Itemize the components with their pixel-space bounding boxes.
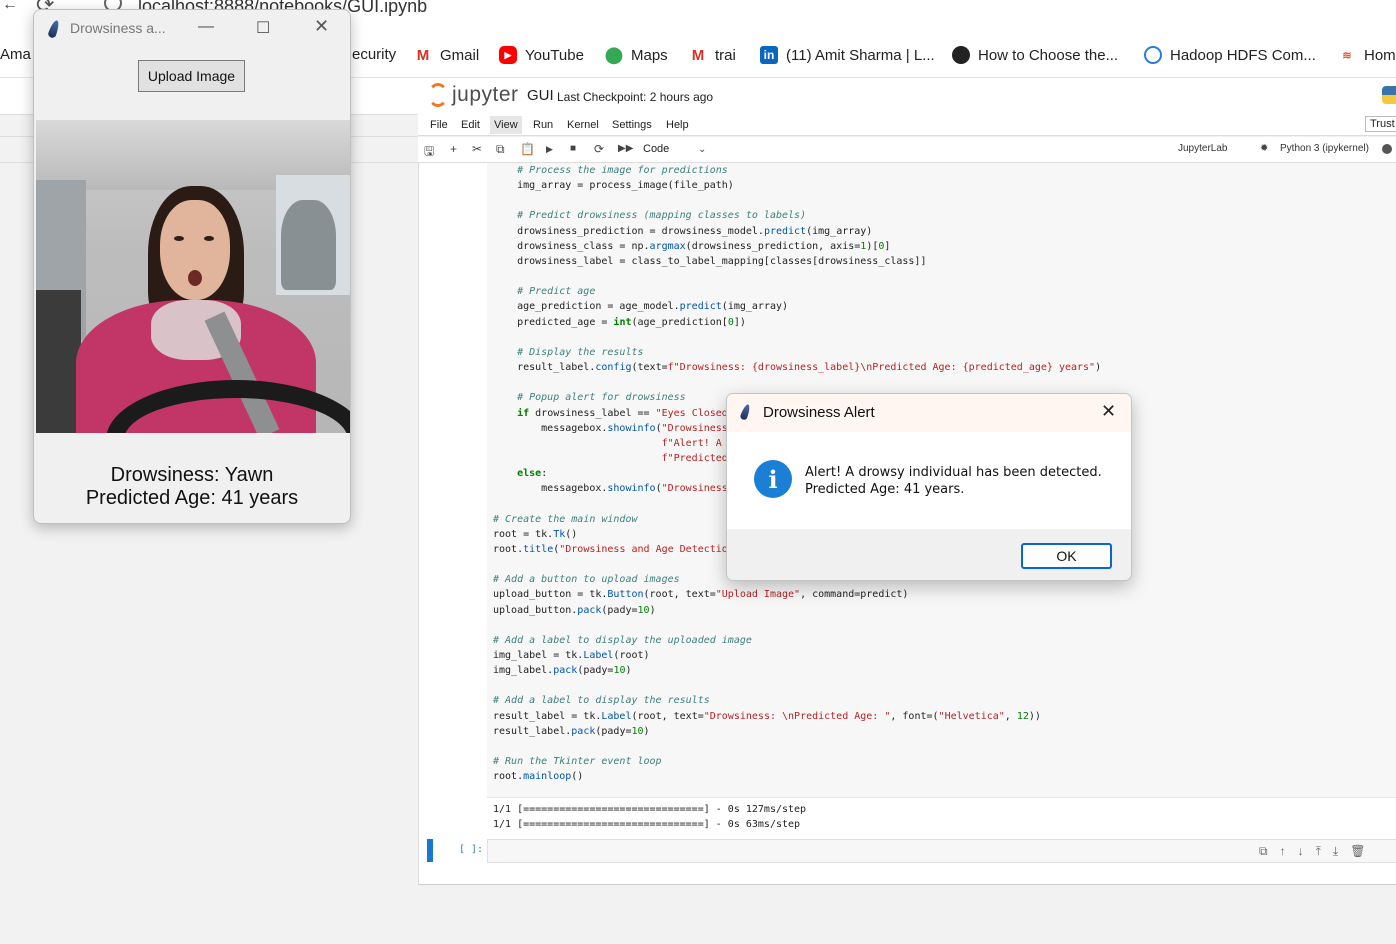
cell-output: 1/1 [==============================] - 0… (493, 802, 806, 832)
bookmark-youtube[interactable]: ▶ YouTube (499, 46, 584, 64)
alert-message-line1: Alert! A drowsy individual has been dete… (805, 465, 1102, 480)
close-icon[interactable]: ✕ (1101, 401, 1116, 422)
youtube-icon: ▶ (499, 46, 517, 64)
bookmark-gmail[interactable]: M Gmail (414, 46, 479, 64)
fast-forward-icon[interactable]: ▶▶ (618, 143, 633, 154)
bookmark-label: YouTube (525, 46, 584, 64)
add-cell-icon[interactable]: + (450, 142, 457, 156)
notebook-name[interactable]: GUI (527, 87, 554, 104)
tree (281, 200, 336, 290)
cell-toolbar: ⧉ ↑ ↓ ⤒ ⤓ 🗑 (1259, 844, 1365, 859)
bug-icon[interactable]: ✹ (1260, 143, 1268, 154)
duplicate-icon[interactable]: ⧉ (1259, 844, 1268, 859)
stop-icon[interactable]: ■ (570, 143, 576, 154)
cell-type-select[interactable]: Code (643, 143, 669, 155)
kernel-name[interactable]: Python 3 (ipykernel) (1280, 143, 1369, 154)
site-icon: ≋ (1338, 46, 1356, 64)
bookmark-label: Hadoop HDFS Com... (1170, 46, 1316, 64)
menu-bar: File Edit View Run Kernel Settings Help (418, 114, 1396, 136)
alert-body: i Alert! A drowsy individual has been de… (727, 432, 1131, 529)
cell-prompt: [ ]: (459, 844, 484, 855)
drowsiness-alert-dialog: Drowsiness Alert ✕ i Alert! A drowsy ind… (726, 393, 1132, 581)
back-arrow-icon[interactable]: ← (2, 0, 18, 14)
delete-icon[interactable]: 🗑 (1350, 844, 1365, 859)
alert-title: Drowsiness Alert (763, 404, 875, 421)
cut-icon[interactable]: ✂ (472, 142, 482, 156)
close-icon[interactable]: ✕ (314, 16, 329, 37)
bookmark-trai[interactable]: M trai (689, 46, 736, 64)
site-icon (952, 46, 970, 64)
maps-icon: ⬤ (605, 46, 623, 64)
bookmark-amazon[interactable]: Ama (0, 46, 31, 63)
car-seat (36, 290, 81, 433)
divider (487, 797, 1396, 798)
bookmark-label: trai (715, 46, 736, 64)
alert-titlebar[interactable]: Drowsiness Alert ✕ (727, 394, 1131, 432)
bookmark-label: ecurity (352, 46, 397, 63)
mouth (188, 270, 202, 286)
tk-window: Drowsiness a... — ☐ ✕ Upload Image Drows… (33, 9, 351, 524)
bookmark-label: Hom (1364, 46, 1396, 64)
tk-window-title: Drowsiness a... (70, 20, 166, 36)
site-icon (1144, 46, 1162, 64)
menu-edit[interactable]: Edit (457, 118, 484, 136)
bookmark-label: How to Choose the... (978, 46, 1119, 64)
menu-settings[interactable]: Settings (608, 118, 656, 136)
feather-icon (47, 19, 61, 39)
result-drowsiness: Drowsiness: Yawn (110, 464, 274, 486)
bookmark-hadoop[interactable]: Hadoop HDFS Com... (1144, 46, 1316, 64)
bookmark-how-to-choose[interactable]: How to Choose the... (952, 46, 1118, 64)
feather-icon (739, 403, 752, 421)
gmail-icon: M (689, 46, 707, 64)
chevron-down-icon[interactable]: ⌄ (698, 144, 706, 155)
alert-message-line2: Predicted Age: 41 years. (805, 482, 965, 497)
bookmark-label: Ama (0, 46, 31, 63)
active-cell-indicator (427, 839, 433, 862)
menu-file[interactable]: File (426, 118, 452, 136)
tk-titlebar[interactable]: Drowsiness a... — ☐ ✕ (34, 10, 350, 50)
insert-above-icon[interactable]: ⤒ (1316, 844, 1321, 859)
move-up-icon[interactable]: ↑ (1280, 844, 1286, 859)
copy-icon[interactable]: ⧉ (496, 142, 505, 157)
eye (174, 236, 184, 241)
linkedin-icon: in (760, 46, 778, 64)
menu-run[interactable]: Run (529, 118, 557, 136)
ok-button[interactable]: OK (1021, 543, 1112, 569)
info-icon: i (754, 460, 792, 498)
bookmark-label: (11) Amit Sharma | L... (786, 46, 935, 64)
restart-icon[interactable]: ⟳ (594, 142, 604, 156)
menu-kernel[interactable]: Kernel (563, 118, 603, 136)
insert-below-icon[interactable]: ⤓ (1333, 844, 1338, 859)
python-logo-icon (1382, 86, 1396, 104)
checkpoint-status: Last Checkpoint: 2 hours ago (557, 90, 714, 104)
menu-help[interactable]: Help (662, 118, 693, 136)
bookmark-label: Maps (631, 46, 668, 64)
save-icon[interactable]: 🖫 (424, 142, 434, 163)
paste-icon[interactable]: 📋 (520, 142, 535, 156)
notebook-toolbar: 🖫 + ✂ ⧉ 📋 ▶ ■ ⟳ ▶▶ Code ⌄ JupyterLab ✹ P… (418, 137, 1396, 163)
bookmark-security[interactable]: ecurity (352, 46, 396, 63)
bookmark-home[interactable]: ≋ Hom (1338, 46, 1396, 64)
output-line: 1/1 [==============================] - 0… (493, 819, 801, 830)
gmail-icon: M (414, 46, 432, 64)
bookmark-linkedin[interactable]: in (11) Amit Sharma | L... (760, 46, 935, 64)
trust-button[interactable]: Trust (1365, 116, 1396, 132)
jupyter-logo-icon[interactable] (428, 83, 448, 107)
eye (204, 236, 214, 241)
jupyter-logo-text[interactable]: jupyter (452, 83, 519, 107)
move-down-icon[interactable]: ↓ (1298, 844, 1304, 859)
jupyterlab-link[interactable]: JupyterLab (1178, 143, 1227, 154)
upload-image-button[interactable]: Upload Image (138, 60, 245, 92)
run-icon[interactable]: ▶ (546, 144, 553, 155)
result-age: Predicted Age: 41 years (85, 487, 299, 509)
menu-view[interactable]: View (490, 116, 522, 134)
output-line: 1/1 [==============================] - 0… (493, 804, 807, 815)
bookmark-maps[interactable]: ⬤ Maps (605, 46, 668, 64)
uploaded-image (36, 120, 350, 433)
maximize-icon[interactable]: ☐ (256, 18, 270, 38)
bookmark-label: Gmail (440, 46, 480, 64)
kernel-status-icon (1382, 144, 1392, 154)
minimize-icon[interactable]: — (198, 18, 214, 36)
